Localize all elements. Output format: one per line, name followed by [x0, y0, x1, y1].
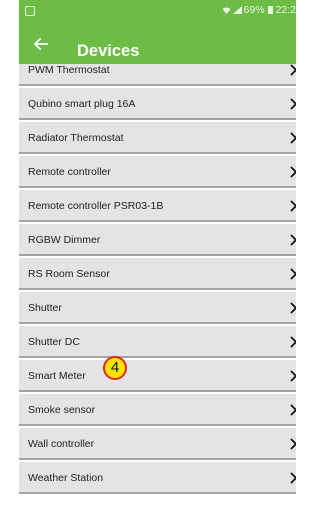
device-label: RS Room Sensor — [28, 268, 110, 280]
chevron-right-icon — [290, 200, 296, 212]
device-label: Smart Meter — [28, 370, 86, 382]
device-label: Smoke sensor — [28, 404, 96, 416]
device-item-qubino-smart-plug[interactable]: Qubino smart plug 16A — [19, 88, 296, 120]
chevron-right-icon — [290, 370, 296, 382]
arrow-left-icon[interactable] — [31, 34, 51, 54]
device-item-remote-controller[interactable]: Remote controller — [19, 156, 296, 188]
device-item-weather-station[interactable]: Weather Station — [19, 462, 296, 494]
chevron-right-icon — [290, 234, 296, 246]
device-label: RGBW Dimmer — [28, 234, 101, 246]
battery-percent: 69% — [243, 4, 265, 16]
chevron-right-icon — [290, 472, 296, 484]
step-number-badge: 4 — [103, 356, 127, 380]
notification-icon — [25, 6, 35, 16]
device-item-shutter[interactable]: Shutter — [19, 292, 296, 324]
device-label: Radiator Thermostat — [28, 132, 124, 144]
device-item-rs-room-sensor[interactable]: RS Room Sensor — [19, 258, 296, 290]
device-label: Remote controller PSR03-1B — [28, 200, 164, 212]
device-list: PWM Thermostat Qubino smart plug 16A Rad… — [19, 64, 296, 515]
device-item-pwm-thermostat[interactable]: PWM Thermostat — [19, 64, 296, 86]
chevron-right-icon — [290, 302, 296, 314]
app-bar: Devices — [19, 22, 296, 64]
chevron-right-icon — [290, 64, 296, 76]
wifi-icon — [222, 7, 231, 14]
chevron-right-icon — [290, 336, 296, 348]
device-label: PWM Thermostat — [28, 64, 110, 76]
chevron-right-icon — [290, 438, 296, 450]
chevron-right-icon — [290, 166, 296, 178]
chevron-right-icon — [290, 132, 296, 144]
phone-screen: 69% 22:2 Devices PWM Thermostat Qubino sm… — [19, 0, 296, 515]
device-label: Wall controller — [28, 438, 95, 450]
page-title: Devices — [77, 42, 140, 60]
device-label: Qubino smart plug 16A — [28, 98, 136, 110]
device-label: Remote controller — [28, 166, 111, 178]
chevron-right-icon — [290, 268, 296, 280]
device-label: Weather Station — [28, 472, 104, 484]
device-item-remote-controller-psr03[interactable]: Remote controller PSR03-1B — [19, 190, 296, 222]
device-item-wall-controller[interactable]: Wall controller — [19, 428, 296, 460]
signal-icon — [232, 6, 242, 15]
device-item-radiator-thermostat[interactable]: Radiator Thermostat — [19, 122, 296, 154]
device-item-smoke-sensor[interactable]: Smoke sensor — [19, 394, 296, 426]
device-item-smart-meter[interactable]: Smart Meter — [19, 360, 296, 392]
battery-icon — [267, 6, 273, 15]
chevron-right-icon — [290, 98, 296, 110]
device-item-rgbw-dimmer[interactable]: RGBW Dimmer — [19, 224, 296, 256]
clock: 22:2 — [275, 4, 296, 16]
status-right: 69% 22:2 — [222, 4, 296, 16]
device-item-shutter-dc[interactable]: Shutter DC — [19, 326, 296, 358]
status-bar: 69% 22:2 — [19, 0, 296, 22]
device-label: Shutter — [28, 302, 62, 314]
chevron-right-icon — [290, 404, 296, 416]
device-label: Shutter DC — [28, 336, 80, 348]
